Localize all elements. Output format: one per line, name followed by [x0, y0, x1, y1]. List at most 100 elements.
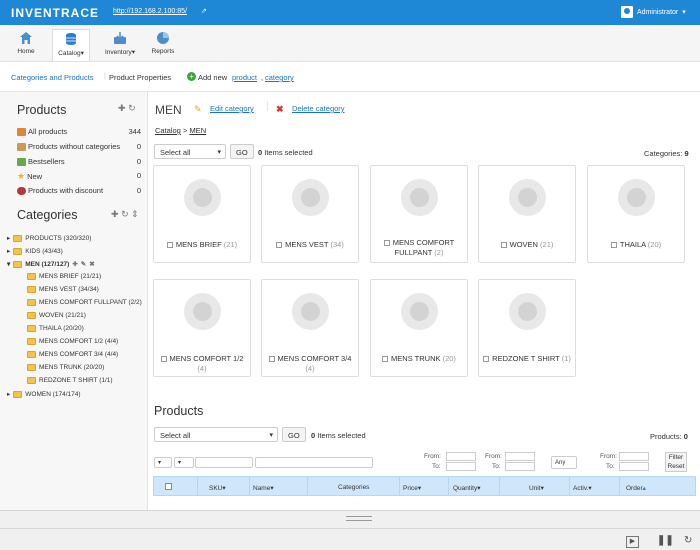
column-order[interactable]: Order▴ — [626, 484, 646, 492]
card-checkbox[interactable] — [500, 242, 507, 249]
tree-item-mens-comfort-three-quarter[interactable]: MENS COMFORT 3/4 (4/4) — [27, 351, 118, 358]
column-categories[interactable]: Categories — [338, 484, 369, 491]
column-quantity[interactable]: Quantity▾ — [453, 484, 480, 492]
add-category-icon[interactable]: ✚ — [111, 209, 119, 219]
folder-icon — [27, 312, 36, 319]
price-from-label: From: — [424, 453, 441, 460]
card-checkbox[interactable] — [483, 356, 490, 363]
order-to-input[interactable] — [619, 462, 649, 471]
sidebar-item-bestsellers[interactable]: Bestsellers 0 — [17, 157, 141, 166]
play-frame-icon[interactable]: ▶ — [626, 536, 639, 548]
products-go-button[interactable]: GO — [282, 427, 306, 442]
expand-icon[interactable]: ▸ — [7, 390, 10, 398]
toolbar-inventory[interactable]: Inventory▾ — [99, 29, 141, 61]
quantity-to-input[interactable] — [505, 462, 535, 471]
toolbar-reports[interactable]: Reports — [144, 29, 182, 61]
price-from-input[interactable] — [446, 452, 476, 461]
tree-item-men[interactable]: ▾ MEN (127/127) ✚ ✎ ✖ — [7, 260, 95, 268]
reset-button[interactable]: Reset — [666, 462, 686, 471]
card-checkbox[interactable] — [382, 356, 389, 363]
toolbar-catalog[interactable]: Catalog▾ — [52, 29, 90, 61]
tree-item-mens-vest[interactable]: MENS VEST (34/34) — [27, 286, 99, 293]
products-select-all-dropdown[interactable]: Select all — [154, 427, 278, 442]
category-card[interactable]: MENS TRUNK (20) — [370, 279, 468, 377]
category-card[interactable]: THAILA (20) — [587, 165, 685, 263]
edit-icon[interactable]: ✎ — [81, 260, 86, 268]
expand-icon[interactable]: ▸ — [7, 247, 10, 255]
filter-button[interactable]: Filter — [666, 453, 686, 462]
breadcrumb-catalog[interactable]: Catalog — [155, 126, 181, 135]
card-checkbox[interactable] — [610, 242, 617, 249]
sidebar-item-discount[interactable]: Products with discount 0 — [17, 186, 141, 195]
sidebar-item-label: Products without categories — [28, 142, 121, 151]
tree-item-mens-comfort-fullpant[interactable]: MENS COMFORT FULLPANT (2/2) — [27, 299, 142, 306]
card-checkbox[interactable] — [268, 356, 275, 363]
sidebar-item-no-categories[interactable]: Products without categories 0 — [17, 142, 141, 151]
active-filter-select[interactable]: Any — [551, 456, 577, 469]
delete-category-link[interactable]: Delete category — [292, 104, 345, 113]
tab-categories-products[interactable]: Categories and Products — [11, 73, 94, 82]
filter-mini-select[interactable]: ▾ — [154, 457, 172, 468]
category-card[interactable]: MENS COMFORT 1/2 (4) — [153, 279, 251, 377]
tree-item-products[interactable]: ▸ PRODUCTS (320/320) — [7, 234, 91, 242]
column-active[interactable]: Activ.▾ — [573, 484, 592, 492]
category-card[interactable]: MENS VEST (34) — [261, 165, 359, 263]
category-card[interactable]: REDZONE T SHIRT (1) — [478, 279, 576, 377]
refresh-icon[interactable]: ↻ — [121, 209, 129, 219]
name-filter-input[interactable] — [255, 457, 373, 468]
sku-filter-input[interactable] — [195, 457, 253, 468]
card-checkbox[interactable] — [166, 242, 173, 249]
tree-item-mens-brief[interactable]: MENS BRIEF (21/21) — [27, 273, 101, 280]
sort-icon[interactable]: ⇕ — [131, 209, 139, 219]
column-divider — [249, 477, 250, 495]
column-label: SKU — [209, 485, 223, 492]
add-product-link[interactable]: product — [232, 73, 257, 82]
quantity-from-input[interactable] — [505, 452, 535, 461]
refresh-icon[interactable]: ↻ — [684, 535, 692, 546]
resize-grip[interactable] — [346, 516, 372, 521]
column-price[interactable]: Price▾ — [403, 484, 421, 492]
category-card[interactable]: WOVEN (21) — [478, 165, 576, 263]
price-to-input[interactable] — [446, 462, 476, 471]
breadcrumb-men[interactable]: MEN — [189, 126, 206, 135]
tree-item-women[interactable]: ▸ WOMEN (174/174) — [7, 390, 81, 398]
collapse-icon[interactable]: ▾ — [7, 260, 10, 268]
card-checkbox[interactable] — [276, 242, 283, 249]
category-card[interactable]: MENS BRIEF (21) — [153, 165, 251, 263]
expand-icon[interactable]: ▸ — [7, 234, 10, 242]
card-checkbox[interactable] — [160, 356, 167, 363]
column-name[interactable]: Name▾ — [253, 484, 274, 492]
go-button[interactable]: GO — [230, 144, 254, 159]
category-card[interactable]: MENS COMFORT FULLPANT (2) — [370, 165, 468, 263]
card-name: MENS COMFORT FULLPANT — [392, 238, 455, 257]
tree-item-redzone-t-shirt[interactable]: REDZONE T SHIRT (1/1) — [27, 377, 113, 384]
sidebar-item-all-products[interactable]: All products 344 — [17, 127, 141, 136]
tree-item-thaila[interactable]: THAILA (20/20) — [27, 325, 84, 332]
pause-icon[interactable]: ❚❚ — [657, 535, 674, 546]
user-menu[interactable]: Administrator ▾ — [621, 6, 686, 18]
tab-product-properties[interactable]: Product Properties — [109, 73, 171, 82]
select-all-dropdown[interactable]: Select all — [154, 144, 226, 159]
toolbar-home[interactable]: Home — [7, 29, 45, 61]
delete-icon[interactable]: ✖ — [89, 260, 94, 268]
filter-mini-select[interactable]: ▾ — [174, 457, 194, 468]
add-subcategory-icon[interactable]: ✚ — [72, 260, 77, 268]
add-category-link[interactable]: category — [265, 73, 294, 82]
card-checkbox[interactable] — [383, 240, 390, 247]
toolbar-reports-label: Reports — [151, 48, 175, 55]
tree-item-woven[interactable]: WOVEN (21/21) — [27, 312, 86, 319]
tree-item-mens-comfort-half[interactable]: MENS COMFORT 1/2 (4/4) — [27, 338, 118, 345]
column-sku[interactable]: SKU▾ — [209, 484, 226, 492]
header-checkbox[interactable] — [165, 483, 172, 490]
category-card[interactable]: MENS COMFORT 3/4 (4) — [261, 279, 359, 377]
edit-category-link[interactable]: Edit category — [210, 104, 254, 113]
refresh-icon[interactable]: ↻ — [128, 103, 136, 113]
external-link-icon[interactable]: ⇗ — [201, 7, 207, 15]
column-unit[interactable]: Unit▾ — [529, 484, 544, 492]
store-url-link[interactable]: http://192.168.2.100:85/ — [113, 8, 187, 15]
order-from-input[interactable] — [619, 452, 649, 461]
sidebar-item-new[interactable]: ★ New 0 — [17, 171, 141, 182]
tree-item-mens-trunk[interactable]: MENS TRUNK (20/20) — [27, 364, 104, 371]
tree-item-kids[interactable]: ▸ KIDS (43/43) — [7, 247, 63, 255]
add-product-icon[interactable]: ✚ — [118, 103, 126, 113]
